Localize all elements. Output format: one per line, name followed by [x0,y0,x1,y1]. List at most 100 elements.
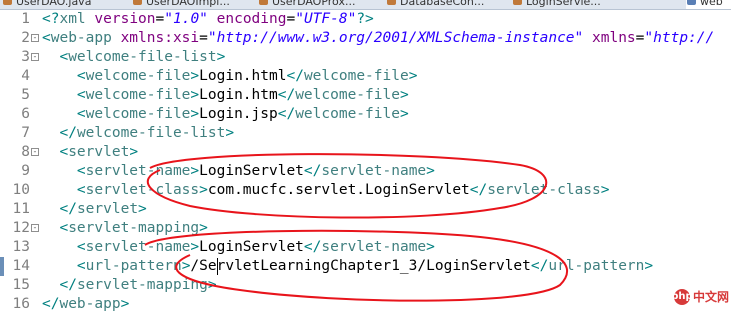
code-token: < [76,68,86,84]
code-line[interactable]: 1 <?xml version="1.0" encoding="UTF-8"?> [0,10,731,29]
fold-toggle-icon[interactable]: - [31,224,39,232]
code-token: </ [42,296,60,312]
code-token: </ [59,201,77,217]
xml-editor[interactable]: 1 <?xml version="1.0" encoding="UTF-8"?> 2… [0,10,731,312]
code-token: </ [286,68,304,84]
code-line[interactable]: 10 <servlet-class>com.mucfc.servlet.Logi… [0,181,731,200]
code-token: web-app [59,296,121,312]
code-text: <?xml version="1.0" encoding="UTF-8"?> [42,10,374,29]
line-number: 14 [12,258,30,274]
tab-6[interactable]: web [686,0,731,9]
tab-label: LoginServle... [526,0,601,8]
code-token: Login.html [199,68,287,84]
code-token: xmlns [592,30,636,46]
line-number: 9 [21,163,30,179]
code-line[interactable]: 11 </servlet> [0,200,731,219]
xml-file-icon [687,0,696,5]
code-line[interactable]: 14 <url-pattern>/ServletLearningChapter1… [0,257,731,276]
line-number: 11 [12,201,30,217]
code-line[interactable]: 12- <servlet-mapping> [0,219,731,238]
code-token: xmlns:xsi [120,30,200,46]
tab-5[interactable]: LoginServle... [512,0,648,9]
code-line[interactable]: 8- <servlet> [0,143,731,162]
fold-toggle-icon[interactable]: - [31,53,39,61]
code-text: <web-app xmlns:xsi="http://www.w3.org/20… [42,29,714,48]
line-number: 3 [21,49,30,65]
code-token: welcome-file [85,68,191,84]
code-text: </welcome-file-list> [42,124,234,143]
code-text: <servlet-name>LoginServlet</servlet-name… [42,162,435,181]
code-token: welcome-file [303,68,409,84]
code-text: <servlet-mapping> [42,219,208,238]
code-token: > [120,296,130,312]
code-token: version [94,11,156,27]
code-token: ?> [356,11,374,27]
watermark: php 中文网 [671,288,729,305]
code-token: < [59,144,69,160]
code-token: = [155,11,165,27]
code-text: <servlet> [42,143,138,162]
code-token: > [399,106,409,122]
java-file-icon [3,0,12,5]
code-line[interactable]: 9 <servlet-name>LoginServlet</servlet-na… [0,162,731,181]
code-line[interactable]: 4 <welcome-file>Login.html</welcome-file… [0,67,731,86]
code-token: > [190,68,200,84]
code-line[interactable]: 2- <web-app xmlns:xsi="http://www.w3.org/… [0,29,731,48]
code-token: > [129,144,139,160]
code-line[interactable]: 3- <welcome-file-list> [0,48,731,67]
code-line[interactable]: 13 <servlet-name>LoginServlet</servlet-n… [0,238,731,257]
tab-3[interactable]: UserDAOProx... [258,0,396,9]
fold-toggle-icon[interactable]: - [31,34,39,42]
code-token: > [199,220,208,236]
code-token: xml [59,11,86,27]
code-token: > [190,163,200,179]
code-token: com.mucfc.servlet.LoginServlet [207,182,470,198]
code-token: > [225,125,235,141]
code-token: > [426,239,435,255]
code-token: </ [277,87,296,103]
code-token: > [138,201,147,217]
fold-toggle-icon[interactable]: - [31,148,39,156]
java-file-icon [513,0,522,5]
line-number: 12 [12,220,30,236]
tab-2[interactable]: UserDAOImpl... [132,0,268,9]
code-line[interactable]: 5 <welcome-file>Login.htm</welcome-file> [0,86,731,105]
code-text: <url-pattern>/ServletLearningChapter1_3/… [42,257,653,276]
code-token: < [42,30,51,46]
line-number: 10 [12,182,30,198]
code-token: Login.htm [199,87,278,103]
tab-1[interactable]: UserDAO.java [2,0,142,9]
code-token: welcome-file-list [68,49,217,65]
code-line[interactable]: 7 </welcome-file-list> [0,124,731,143]
code-token: </ [469,182,488,198]
code-token: url-pattern [85,258,182,274]
code-token: welcome-file [85,106,191,122]
code-token: > [190,87,200,103]
code-token: > [426,163,435,179]
code-token: "http:// [644,30,715,46]
code-token: LoginServlet [199,239,304,255]
code-token: > [199,182,208,198]
code-line[interactable]: 15 </servlet-mapping> [0,276,731,295]
code-token: servlet-class [487,182,601,198]
code-token: = [286,11,296,27]
code-text: <welcome-file>Login.htm</welcome-file> [42,86,409,105]
code-line[interactable]: 16 </web-app> [0,295,731,314]
line-number: 1 [21,11,30,27]
code-token: welcome-file [85,87,191,103]
watermark-text: 中文网 [692,290,729,304]
code-token: </ [59,125,77,141]
code-token: <? [42,11,60,27]
code-token: servlet-mapping [68,220,200,236]
tab-label: DatabaseCon... [400,0,485,8]
tab-label: UserDAOProx... [272,0,356,8]
code-line[interactable]: 6 <welcome-file>Login.jsp</welcome-file> [0,105,731,124]
code-token: servlet [68,144,130,160]
java-file-icon [133,0,142,5]
tab-4[interactable]: DatabaseCon... [386,0,522,9]
code-token: > [190,239,200,255]
